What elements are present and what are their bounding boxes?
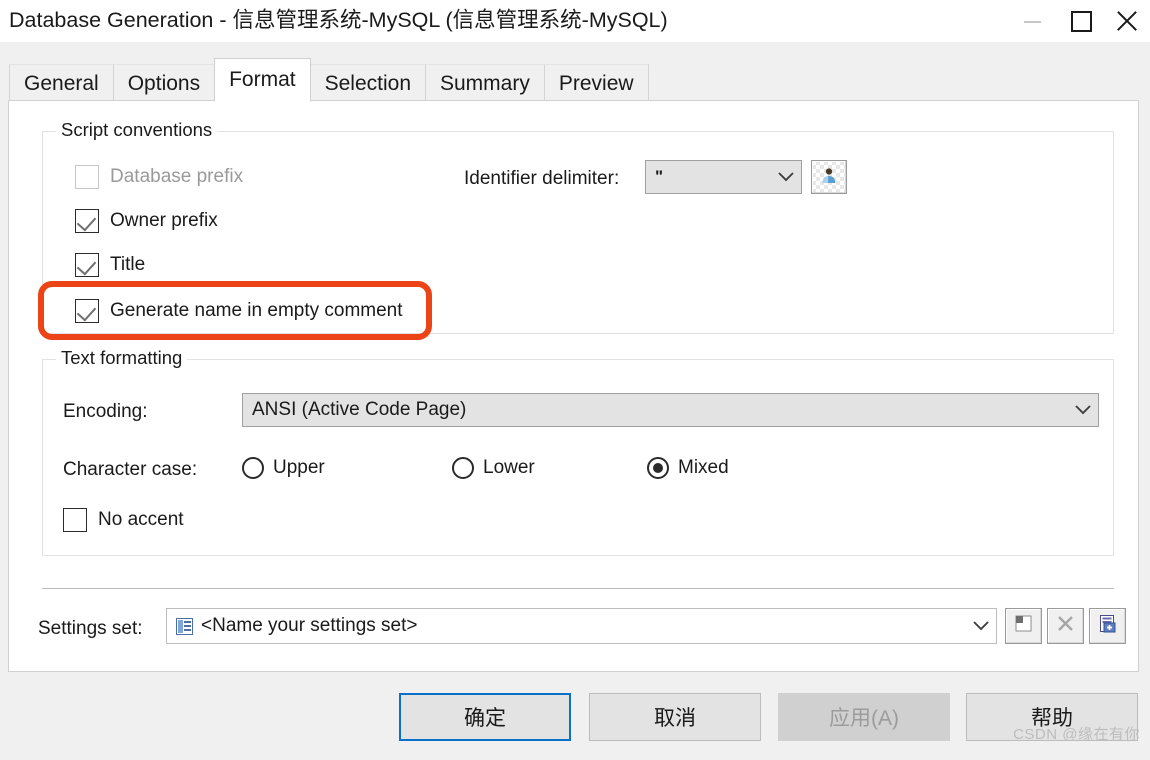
radio-button-upper: [242, 457, 264, 479]
tab-format-label: Format: [229, 68, 296, 91]
ok-button[interactable]: 确定: [399, 693, 571, 741]
delete-x-icon: [1057, 615, 1074, 637]
watermark: CSDN @缘在有你: [1013, 726, 1140, 743]
tab-strip: General Options Format Selection Summary…: [0, 42, 1150, 102]
radio-label-mixed: Mixed: [678, 457, 729, 478]
checkbox-title[interactable]: Title: [75, 253, 145, 277]
checkbox-label-no-accent: No accent: [98, 509, 184, 530]
radio-button-lower: [452, 457, 474, 479]
radio-upper[interactable]: Upper: [242, 457, 325, 479]
tab-format[interactable]: Format: [214, 58, 311, 102]
script-conventions-title: Script conventions: [56, 119, 218, 141]
chevron-down-icon: [1068, 405, 1098, 415]
chevron-down-icon: [771, 172, 801, 182]
checkbox-box-database-prefix: [75, 165, 99, 189]
settings-separator: [42, 588, 1114, 589]
encoding-value: ANSI (Active Code Page): [252, 399, 467, 420]
tab-content-panel: Script conventions Database prefix Owner…: [8, 100, 1139, 672]
chevron-down-icon: [966, 621, 996, 631]
radio-button-mixed: [647, 457, 669, 479]
character-case-label: Character case:: [63, 459, 198, 480]
text-formatting-group: Text formatting Encoding: ANSI (Active C…: [42, 347, 1114, 556]
tab-general[interactable]: General: [9, 64, 114, 102]
settings-delete-button[interactable]: [1047, 608, 1084, 644]
minimize-icon: [1023, 21, 1041, 23]
settings-save-button[interactable]: [1005, 608, 1042, 644]
maximize-icon: [1070, 10, 1092, 32]
radio-label-lower: Lower: [483, 457, 535, 478]
identifier-delimiter-combo[interactable]: ": [645, 160, 802, 194]
tab-preview[interactable]: Preview: [543, 64, 649, 102]
maximize-button[interactable]: [1058, 0, 1104, 42]
user-icon: [820, 166, 838, 189]
tab-selection-label: Selection: [324, 71, 411, 95]
tab-preview-label: Preview: [558, 71, 634, 95]
tab-general-label: General: [24, 71, 99, 95]
apply-button-label: 应用(A): [829, 707, 899, 730]
checkbox-box-generate-name-in-empty-comment: [75, 299, 99, 323]
minimize-button[interactable]: [1006, 0, 1058, 42]
settings-list-icon: [176, 617, 193, 635]
tab-summary[interactable]: Summary: [425, 64, 545, 102]
script-conventions-group: Script conventions Database prefix Owner…: [42, 119, 1114, 334]
settings-set-label: Settings set:: [38, 618, 143, 639]
radio-lower[interactable]: Lower: [452, 457, 535, 479]
tab-selection[interactable]: Selection: [309, 64, 426, 102]
apply-button: 应用(A): [778, 693, 950, 741]
encoding-label: Encoding:: [63, 401, 148, 422]
checkbox-box-title: [75, 253, 99, 277]
checkbox-label-owner-prefix: Owner prefix: [110, 210, 218, 231]
ok-button-label: 确定: [464, 707, 506, 730]
identifier-delimiter-label: Identifier delimiter:: [464, 168, 620, 189]
checkbox-database-prefix[interactable]: Database prefix: [75, 165, 243, 189]
new-document-icon: [1099, 614, 1117, 638]
checkbox-box-owner-prefix: [75, 209, 99, 233]
checkbox-label-generate-name-in-empty-comment: Generate name in empty comment: [110, 300, 403, 321]
close-icon: [1114, 8, 1140, 34]
identifier-delimiter-value: ": [655, 167, 664, 186]
checkbox-box-no-accent: [63, 508, 87, 532]
tab-summary-label: Summary: [440, 71, 530, 95]
checkbox-owner-prefix[interactable]: Owner prefix: [75, 209, 218, 233]
checkbox-no-accent[interactable]: No accent: [63, 508, 184, 532]
close-button[interactable]: [1104, 0, 1150, 42]
identifier-delimiter-user-button[interactable]: [811, 160, 847, 194]
radio-mixed[interactable]: Mixed: [647, 457, 729, 479]
checkbox-generate-name-in-empty-comment[interactable]: Generate name in empty comment: [75, 299, 403, 323]
settings-set-combo[interactable]: <Name your settings set>: [166, 608, 997, 644]
tab-options-label: Options: [127, 71, 201, 95]
settings-new-button[interactable]: [1089, 608, 1126, 644]
encoding-combo[interactable]: ANSI (Active Code Page): [242, 393, 1099, 427]
window-title: Database Generation - 信息管理系统-MySQL (信息管理…: [9, 8, 668, 32]
window-controls: [1006, 0, 1150, 42]
checkbox-label-database-prefix: Database prefix: [110, 166, 244, 187]
tab-options[interactable]: Options: [112, 64, 216, 102]
radio-label-upper: Upper: [273, 457, 325, 478]
cancel-button[interactable]: 取消: [589, 693, 761, 741]
tab-list: General Options Format Selection Summary…: [9, 58, 649, 102]
settings-set-value: <Name your settings set>: [201, 615, 418, 636]
checkbox-label-title: Title: [110, 254, 146, 275]
dialog-window: Database Generation - 信息管理系统-MySQL (信息管理…: [0, 0, 1150, 760]
title-bar: Database Generation - 信息管理系统-MySQL (信息管理…: [0, 0, 1150, 42]
cancel-button-label: 取消: [654, 707, 696, 730]
text-formatting-title: Text formatting: [56, 347, 188, 369]
save-icon: [1015, 615, 1032, 637]
